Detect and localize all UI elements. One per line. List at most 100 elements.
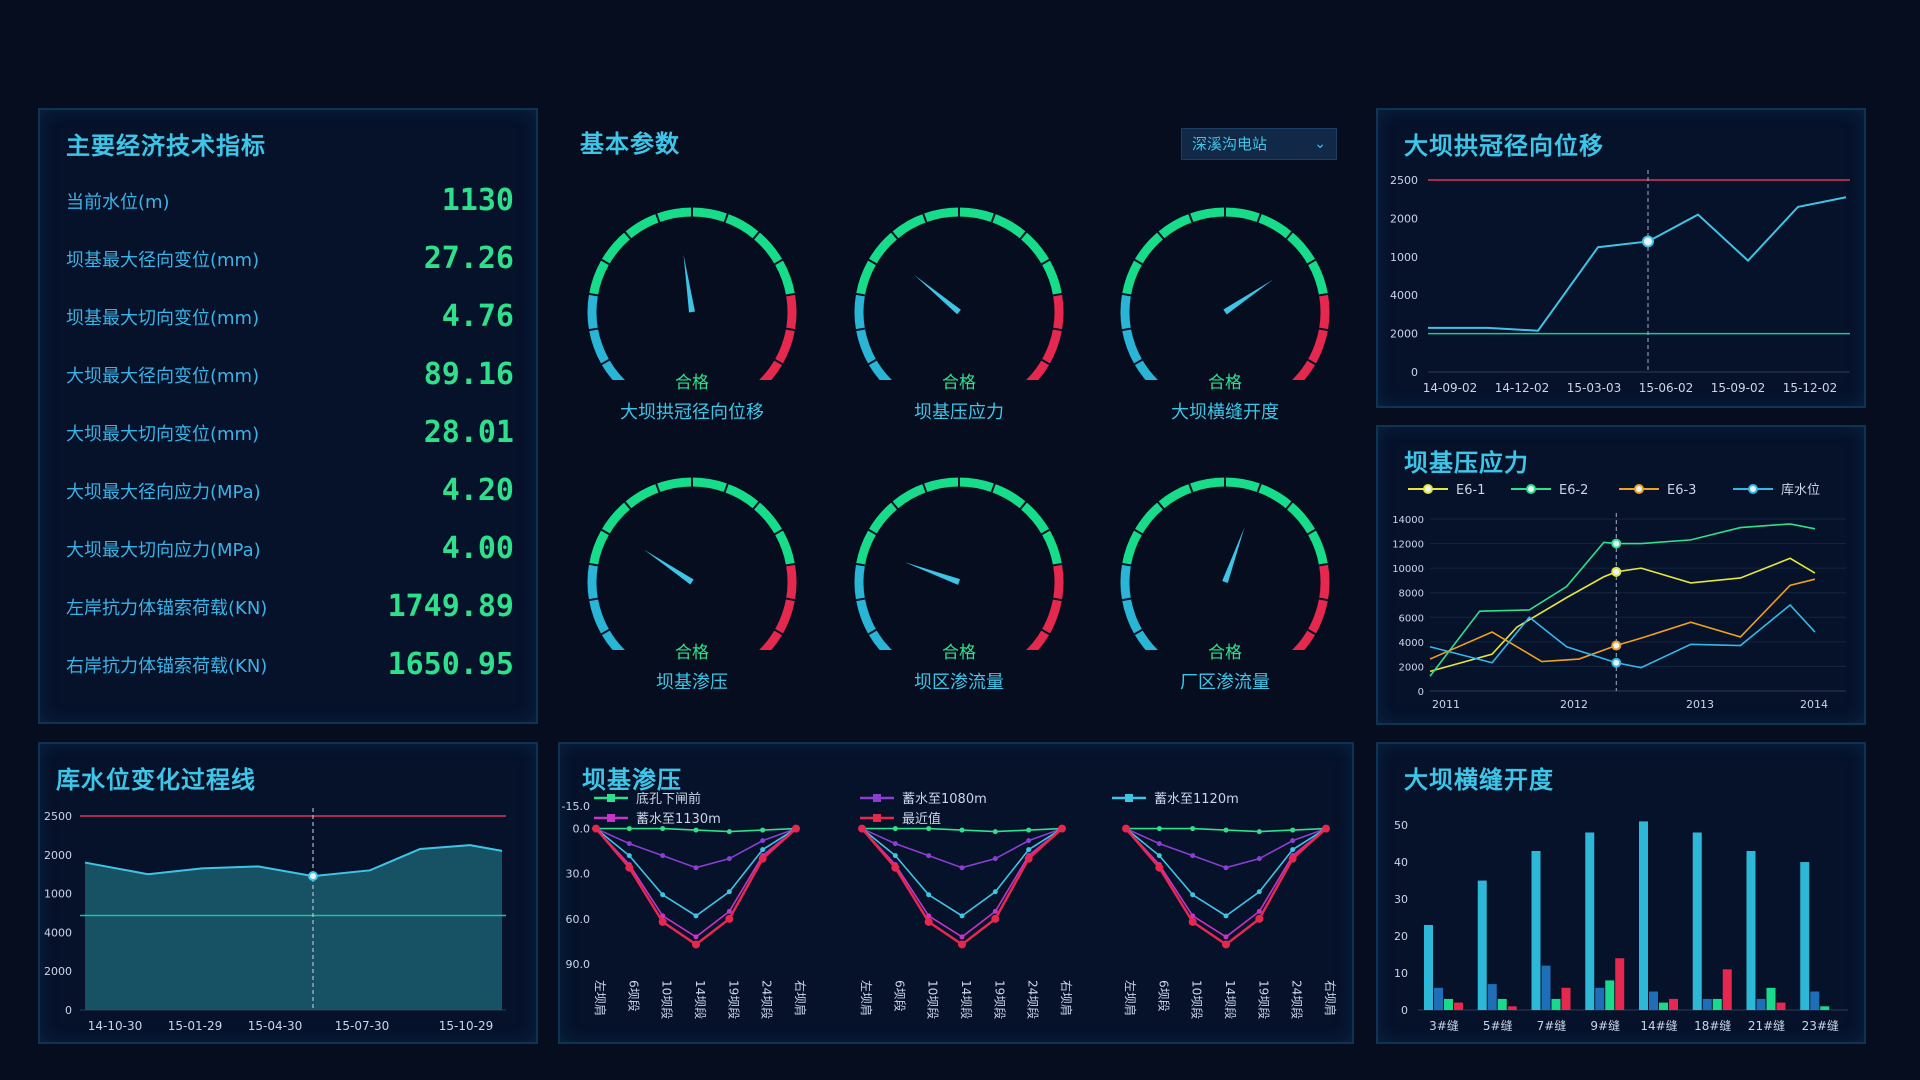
data-point	[891, 863, 900, 872]
seepage-panel: 坝基渗压 底孔下闸前 蓄水至1080m 蓄水至1120m 蓄水至1130m 最近值 -15…	[558, 742, 1354, 1044]
highlight-point	[1642, 235, 1654, 248]
indicator-row: 坝基最大径向变位(mm) 27.26	[66, 220, 514, 278]
series-line	[1429, 523, 1816, 677]
data-point	[1058, 824, 1066, 833]
series-line	[1429, 578, 1816, 663]
data-point	[924, 917, 933, 926]
bar	[1746, 850, 1756, 1010]
x-tick-label: 2011	[1432, 698, 1460, 711]
gauge-status: 合格	[675, 643, 709, 663]
data-point	[660, 892, 666, 898]
data-point	[1256, 829, 1262, 835]
chevron-down-icon: ⌄	[1314, 136, 1326, 152]
gauge-status: 合格	[1208, 373, 1242, 393]
legend-label: E6-3	[1667, 483, 1696, 498]
gauge: 合格 大坝横缝开度	[1110, 200, 1340, 440]
gauge-needle	[914, 275, 961, 315]
gauge-arc-mid	[1122, 477, 1328, 566]
data-point	[959, 827, 965, 833]
x-tick-label: 6坝段	[892, 980, 907, 1012]
data-point	[1155, 863, 1164, 872]
series-line	[1429, 603, 1816, 669]
gauge-status: 合格	[942, 643, 976, 663]
data-point	[1190, 853, 1196, 859]
y-tick-label: 4000	[1399, 638, 1424, 649]
seepage-chart: 底孔下闸前 蓄水至1080m 蓄水至1120m 蓄水至1130m 最近值 -15.0 0.0…	[562, 791, 1338, 1019]
x-tick-label: 15-10-29	[439, 1019, 493, 1033]
gauge: 合格 坝基渗压	[577, 470, 807, 710]
bar	[1477, 880, 1487, 1010]
data-point	[626, 853, 632, 859]
x-tick-label: 左坝肩	[593, 980, 608, 1016]
y-tick-label: 2500	[44, 810, 72, 823]
data-point	[1256, 908, 1262, 914]
legend-label: 蓄水至1080m	[902, 792, 987, 807]
x-tick-label: 2013	[1686, 698, 1714, 711]
gauge-needle	[683, 254, 695, 313]
reservoir-panel: 库水位变化过程线 0 2000 4000 1000 2000 2500 14-10-30 15…	[38, 742, 538, 1044]
y-tick-label: -15.0	[562, 800, 590, 813]
legend-marker	[607, 814, 615, 822]
data-point	[1223, 827, 1229, 833]
indicator-label: 右岸抗力体锚索荷载(KN)	[66, 656, 268, 677]
data-point	[726, 856, 732, 862]
gauge-name: 厂区渗流量	[1180, 672, 1270, 693]
stress-chart: E6-1 E6-2 E6-3 库水位 0 2000 4000 6000 8000 10000 120…	[1392, 482, 1846, 711]
data-point	[1026, 827, 1032, 833]
data-point	[626, 841, 632, 847]
legend-label: 蓄水至1120m	[1154, 792, 1239, 807]
x-tick-label: 14-10-30	[88, 1019, 142, 1033]
gauge: 合格 坝区渗流量	[844, 470, 1074, 710]
data-point	[692, 940, 700, 949]
x-tick-label: 15-03-03	[1567, 381, 1621, 395]
data-point	[725, 914, 734, 923]
highlight-point	[1611, 566, 1622, 577]
data-point	[1223, 865, 1229, 871]
data-point	[992, 856, 998, 862]
gauge-needle	[1223, 279, 1274, 315]
y-tick-label: 4000	[1390, 289, 1418, 302]
stress-panel: 坝基压应力 E6-1 E6-2 E6-3 库水位 0 2000 4000 6000 8000 10…	[1376, 425, 1866, 725]
highlight-point	[1611, 640, 1622, 651]
y-tick-label: 40	[1394, 856, 1408, 869]
highlight-point	[308, 871, 318, 882]
data-point	[660, 826, 666, 832]
x-tick-label: 15-09-02	[1711, 381, 1765, 395]
x-tick-label: 10坝段	[1190, 980, 1205, 1019]
x-tick-label: 14坝段	[959, 980, 974, 1019]
legend-label: 蓄水至1130m	[636, 812, 721, 827]
x-tick-label: 7#缝	[1537, 1018, 1567, 1033]
bar	[1507, 1006, 1517, 1010]
gauge-status: 合格	[942, 373, 976, 393]
data-point	[693, 827, 699, 833]
x-tick-label: 6坝段	[626, 980, 641, 1012]
data-point	[1322, 824, 1330, 833]
y-tick-label: 0	[1411, 366, 1418, 379]
bar	[1444, 998, 1453, 1010]
bar	[1669, 998, 1678, 1010]
indicator-value: 1650.95	[387, 647, 514, 682]
gauge-arc-mid	[589, 477, 795, 566]
y-tick-label: 10000	[1392, 564, 1424, 575]
x-tick-label: 左坝肩	[1123, 980, 1138, 1016]
x-tick-label: 23#缝	[1802, 1018, 1839, 1033]
indicator-label: 大坝最大切向变位(mm)	[66, 424, 260, 445]
y-tick-label: 0.0	[573, 823, 591, 836]
data-point	[926, 826, 932, 832]
legend-marker	[1748, 484, 1758, 494]
indicator-value: 1130	[441, 183, 514, 218]
indicator-value: 27.26	[423, 241, 514, 276]
x-tick-label: 15-06-02	[1639, 381, 1693, 395]
x-tick-label: 3#缝	[1429, 1018, 1459, 1033]
data-point	[1188, 917, 1197, 926]
y-tick-label: 4000	[44, 926, 72, 939]
data-point	[760, 827, 766, 833]
x-tick-label: 19坝段	[992, 980, 1007, 1019]
x-tick-label: 14坝段	[1223, 980, 1238, 1019]
y-tick-label: 20	[1394, 930, 1408, 943]
data-point	[1290, 827, 1296, 833]
y-tick-label: 1000	[1390, 251, 1418, 264]
data-point	[992, 908, 998, 914]
station-select[interactable]: 深溪沟电站 ⌄	[1181, 128, 1337, 160]
x-tick-label: 14坝段	[693, 980, 708, 1019]
